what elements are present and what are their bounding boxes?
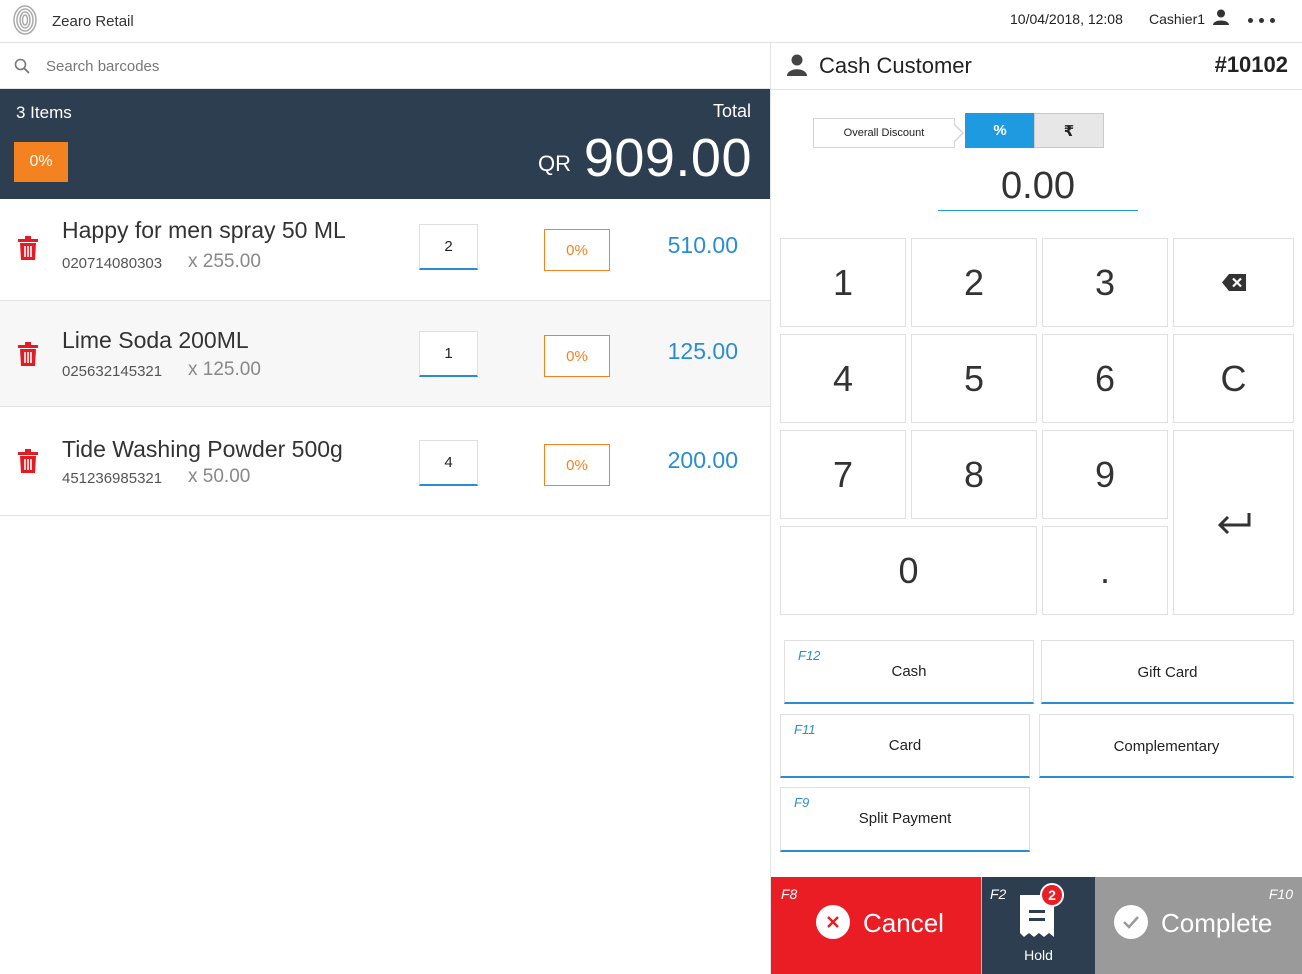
- top-bar: Zearo Retail 10/04/2018, 12:08 Cashier1: [0, 0, 1302, 43]
- item-name: Lime Soda 200ML: [62, 327, 249, 353]
- payment-label: Complementary: [1113, 738, 1220, 755]
- fingerprint-logo-icon: [13, 5, 37, 35]
- cash-payment-button[interactable]: F12 Cash: [784, 640, 1034, 704]
- total-amount: 909.00: [583, 128, 752, 188]
- overall-discount-badge[interactable]: 0%: [14, 142, 68, 182]
- trash-icon[interactable]: [17, 448, 39, 474]
- cancel-button[interactable]: F8 Cancel: [771, 877, 981, 974]
- trash-icon[interactable]: [17, 341, 39, 367]
- shortcut-label: F12: [798, 648, 821, 663]
- key-5[interactable]: 5: [911, 334, 1037, 423]
- hold-label: Hold: [1024, 947, 1053, 963]
- item-unit-price: x 125.00: [188, 359, 261, 380]
- payment-label: Cash: [891, 663, 927, 680]
- key-8[interactable]: 8: [911, 430, 1037, 519]
- decimal-key[interactable]: .: [1042, 526, 1168, 615]
- user-icon[interactable]: [1213, 9, 1229, 25]
- divider: [771, 89, 1302, 90]
- key-4[interactable]: 4: [780, 334, 906, 423]
- customer-icon: [787, 54, 807, 76]
- item-name: Tide Washing Powder 500g: [62, 436, 343, 462]
- clear-key[interactable]: C: [1173, 334, 1294, 423]
- complementary-payment-button[interactable]: Complementary: [1039, 714, 1294, 778]
- item-discount-button[interactable]: 0%: [544, 335, 610, 377]
- backspace-icon: [1221, 274, 1246, 291]
- card-payment-button[interactable]: F11 Card: [780, 714, 1030, 778]
- key-9[interactable]: 9: [1042, 430, 1168, 519]
- shortcut-label: F8: [781, 886, 798, 902]
- hold-button[interactable]: F2 2 Hold: [981, 877, 1095, 974]
- payment-label: Split Payment: [858, 810, 952, 827]
- customer-name[interactable]: Cash Customer: [819, 53, 972, 79]
- item-unit-price: x 255.00: [188, 251, 261, 272]
- line-total: 200.00: [667, 447, 738, 473]
- complete-label: Complete: [1161, 908, 1273, 938]
- cart-panel: 3 Items 0% Total QR 909.00 Happy for men…: [0, 43, 770, 974]
- quantity-input[interactable]: [419, 331, 478, 377]
- item-barcode: 025632145321: [62, 363, 163, 380]
- key-3[interactable]: 3: [1042, 238, 1168, 327]
- enter-key[interactable]: [1173, 430, 1294, 615]
- key-0[interactable]: 0: [780, 526, 1037, 615]
- overall-discount-label: Overall Discount: [813, 118, 955, 148]
- quantity-input[interactable]: [419, 440, 478, 486]
- shortcut-label: F2: [990, 886, 1007, 902]
- check-icon: [1114, 905, 1148, 939]
- held-orders-badge: 2: [1040, 883, 1064, 907]
- checkout-panel: Cash Customer #10102 Overall Discount % …: [770, 43, 1302, 974]
- item-barcode: 020714080303: [62, 255, 163, 272]
- key-1[interactable]: 1: [780, 238, 906, 327]
- cart-row: Happy for men spray 50 ML 020714080303 x…: [0, 199, 770, 301]
- app-title: Zearo Retail: [52, 13, 134, 30]
- cart-row: Lime Soda 200ML 025632145321 x 125.00 0%…: [0, 301, 770, 407]
- item-unit-price: x 50.00: [188, 466, 251, 487]
- enter-icon: [1217, 512, 1250, 534]
- shortcut-label: F11: [794, 722, 816, 737]
- currency-toggle[interactable]: ₹: [1034, 113, 1104, 148]
- payment-label: Gift Card: [1137, 664, 1198, 681]
- discount-amount-input[interactable]: [938, 163, 1138, 211]
- cart-summary: 3 Items 0% Total QR 909.00: [0, 89, 770, 199]
- shortcut-label: F10: [1268, 886, 1293, 902]
- item-name: Happy for men spray 50 ML: [62, 217, 346, 243]
- cancel-icon: [816, 905, 850, 939]
- cashier-name[interactable]: Cashier1: [1149, 11, 1205, 27]
- order-number: #10102: [1214, 52, 1288, 77]
- trash-icon[interactable]: [17, 235, 39, 261]
- percent-toggle[interactable]: %: [965, 113, 1035, 148]
- key-6[interactable]: 6: [1042, 334, 1168, 423]
- quantity-input[interactable]: [419, 224, 478, 270]
- gift-card-payment-button[interactable]: Gift Card: [1041, 640, 1294, 704]
- search-icon: [14, 58, 30, 74]
- cancel-label: Cancel: [863, 908, 944, 938]
- line-total: 125.00: [667, 338, 738, 364]
- key-2[interactable]: 2: [911, 238, 1037, 327]
- split-payment-button[interactable]: F9 Split Payment: [780, 787, 1030, 852]
- barcode-search-input[interactable]: [46, 53, 746, 79]
- search-bar: [0, 43, 770, 89]
- datetime: 10/04/2018, 12:08: [1010, 11, 1123, 27]
- payment-label: Card: [888, 737, 922, 754]
- items-count: 3 Items: [16, 103, 72, 122]
- item-barcode: 451236985321: [62, 470, 163, 487]
- key-7[interactable]: 7: [780, 430, 906, 519]
- total-label: Total: [712, 101, 751, 121]
- currency-label: QR: [538, 151, 571, 176]
- discount-pointer: [953, 123, 964, 143]
- item-discount-button[interactable]: 0%: [544, 444, 610, 486]
- cart-row: Tide Washing Powder 500g 451236985321 x …: [0, 407, 770, 516]
- complete-button[interactable]: F10 Complete: [1095, 877, 1302, 974]
- shortcut-label: F9: [794, 795, 810, 810]
- backspace-key[interactable]: [1173, 238, 1294, 327]
- more-menu-icon[interactable]: [1248, 10, 1288, 30]
- line-total: 510.00: [667, 232, 738, 258]
- item-discount-button[interactable]: 0%: [544, 229, 610, 271]
